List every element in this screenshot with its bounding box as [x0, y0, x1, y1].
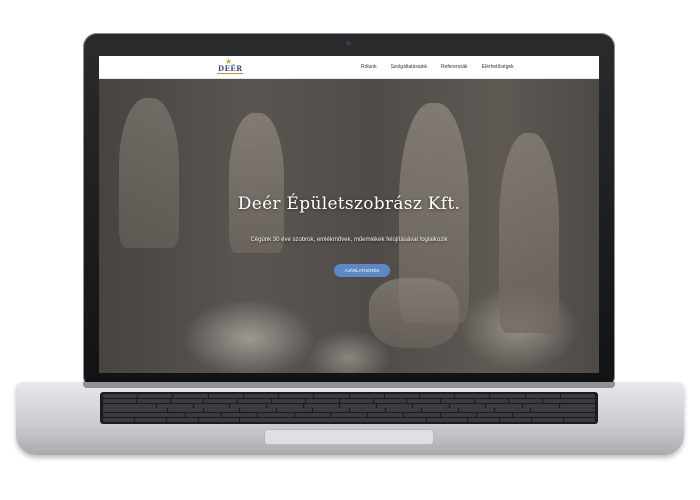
site-header: ★ DEÉR Rólunk Szolgáltatásaink Referenci… [99, 56, 599, 79]
nav-link-references[interactable]: Referenciák [441, 64, 468, 70]
logo-underline [217, 73, 243, 74]
webcam [346, 41, 351, 46]
trackpad [264, 429, 434, 445]
logo-text: DEÉR [218, 64, 243, 73]
site-logo[interactable]: ★ DEÉR [216, 58, 244, 75]
laptop-mockup: Deér Épületszobrász Kft. Cégünk 30 éve s… [0, 0, 700, 500]
hero-overlay [99, 78, 599, 373]
hero-section: Deér Épületszobrász Kft. Cégünk 30 éve s… [99, 78, 599, 373]
keyboard [100, 392, 598, 424]
laptop-hinge [83, 382, 615, 388]
nav-link-services[interactable]: Szolgáltatásaink [391, 64, 427, 70]
quote-request-button[interactable]: AJÁNLATKÉRÉS [334, 264, 390, 277]
laptop-screen: Deér Épületszobrász Kft. Cégünk 30 éve s… [99, 56, 599, 373]
hero-subtitle: Cégünk 30 éve szobrok, emlékművek, műeml… [250, 237, 448, 243]
hero-title: Deér Épületszobrász Kft. [237, 194, 461, 214]
main-nav: Rólunk Szolgáltatásaink Referenciák Elér… [361, 56, 514, 78]
nav-link-about[interactable]: Rólunk [361, 64, 377, 70]
nav-link-contact[interactable]: Elérhetőségek [482, 64, 514, 70]
